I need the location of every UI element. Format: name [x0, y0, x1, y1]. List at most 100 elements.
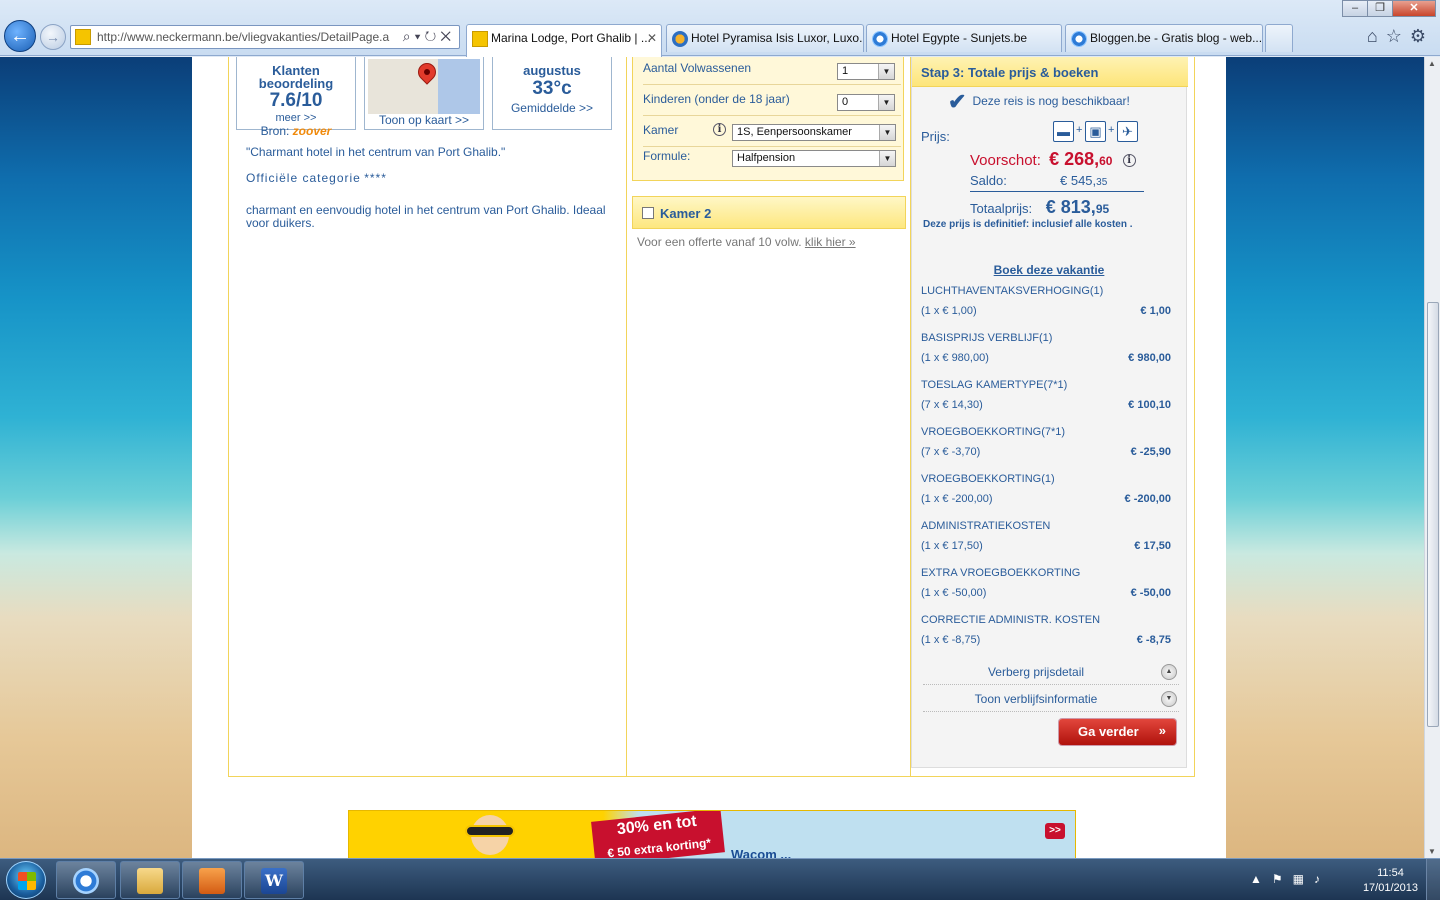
maximize-button[interactable]: ❐ — [1367, 0, 1393, 17]
show-map-link[interactable]: Toon op kaart >> — [365, 113, 483, 127]
tray-icons[interactable]: ▲⚑▦♪ — [1250, 872, 1330, 886]
dropdown-icon[interactable]: ▾ — [415, 28, 425, 44]
system-tray: ▲⚑▦♪ 11:54 17/01/2013 — [1240, 859, 1440, 900]
price-item-name: CORRECTIE ADMINISTR. KOSTEN — [921, 614, 1101, 626]
balance-cents: 35 — [1096, 177, 1108, 188]
tab-label: Bloggen.be - Gratis blog - web... — [1090, 31, 1263, 45]
weather-average-link[interactable]: Gemiddelde >> — [493, 100, 611, 116]
show-stay-info-toggle[interactable]: Toon verblijfsinformatie ▼ — [923, 686, 1179, 712]
favorites-star-icon[interactable]: ☆ — [1386, 26, 1410, 46]
promo-tagline: Wacom ... — [731, 847, 792, 858]
promo-badge: 30% en tot € 50 extra korting* — [591, 811, 725, 858]
stop-icon[interactable]: ✕ — [440, 28, 455, 44]
taskbar-explorer[interactable] — [120, 861, 180, 899]
price-label: Prijs: — [921, 129, 950, 144]
toggle-label: Toon verblijfsinformatie — [974, 692, 1098, 706]
forward-button[interactable]: → — [40, 24, 66, 50]
price-item-amount: € 100,10 — [1128, 399, 1171, 411]
search-icon[interactable]: ⌕ — [403, 28, 415, 44]
page-viewport: Klanten beoordeling 7.6/10 meer >> Bron:… — [0, 57, 1424, 858]
book-holiday-link[interactable]: Boek deze vakantie — [912, 263, 1186, 277]
tab-pyramisa[interactable]: Hotel Pyramisa Isis Luxor, Luxo... — [666, 24, 864, 52]
show-desktop-button[interactable] — [1426, 859, 1440, 900]
sunjets-favicon — [672, 31, 688, 47]
map-thumbnail[interactable] — [368, 59, 480, 114]
group-offer-link[interactable]: klik hier » — [805, 235, 856, 249]
price-item-calc: (1 x € 1,00) — [921, 305, 977, 317]
tab-bloggen[interactable]: Bloggen.be - Gratis blog - web... — [1065, 24, 1263, 52]
address-bar[interactable]: http://www.neckermann.be/vliegvakanties/… — [70, 25, 460, 49]
plus-icon: + — [1076, 124, 1083, 136]
new-tab-button[interactable] — [1265, 24, 1293, 52]
children-select[interactable]: 0 ▼ — [837, 94, 895, 111]
rating-source: Bron: zoover — [237, 124, 355, 138]
refresh-icon[interactable]: ↻ — [425, 28, 441, 44]
room-row: Kamer i 1S, Eenpersoonskamer ▼ — [643, 119, 901, 147]
adults-select[interactable]: 1 ▼ — [837, 63, 895, 80]
rating-box[interactable]: Klanten beoordeling 7.6/10 meer >> Bron:… — [236, 57, 356, 138]
info-icon[interactable]: i — [713, 123, 726, 136]
promo-go-icon[interactable]: >> — [1045, 823, 1065, 839]
back-button[interactable]: ← — [4, 20, 36, 52]
clock-date: 17/01/2013 — [1362, 882, 1418, 894]
room-2-checkbox[interactable] — [642, 207, 654, 219]
formula-select[interactable]: Halfpension ▼ — [732, 150, 896, 167]
zoover-logo[interactable]: zoover — [293, 124, 332, 138]
close-window-button[interactable]: ✕ — [1392, 0, 1436, 17]
deposit-cents: 60 — [1099, 154, 1113, 168]
network-icon[interactable]: ▦ — [1293, 872, 1314, 886]
vertical-scrollbar[interactable]: ▲ ▼ — [1424, 57, 1440, 858]
airplane-icon: ✈ — [1117, 121, 1138, 142]
double-chevron-right-icon: » — [1158, 723, 1166, 738]
clock[interactable]: 11:54 17/01/2013 — [1363, 866, 1418, 896]
continue-button[interactable]: Ga verder » — [1059, 719, 1176, 745]
deposit-main: € 268, — [1049, 149, 1100, 169]
price-item-calc: (1 x € -50,00) — [921, 587, 987, 599]
map-box[interactable]: Toon op kaart >> — [364, 57, 484, 130]
category-label: Officiële categorie — [246, 171, 361, 185]
volume-icon[interactable]: ♪ — [1314, 872, 1330, 886]
deposit-info-icon[interactable]: i — [1122, 154, 1136, 167]
price-item-name: LUCHTHAVENTAKSVERHOGING(1) — [921, 285, 1104, 297]
price-item-calc: (1 x € 17,50) — [921, 540, 983, 552]
balance-amount: € 545,35 — [1060, 173, 1107, 188]
address-actions[interactable]: ⌕▾↻✕ — [403, 28, 455, 45]
total-amount: € 813,95 — [1046, 197, 1109, 217]
price-item-amount: € -50,00 — [1130, 587, 1171, 599]
minimize-button[interactable]: – — [1342, 0, 1368, 17]
group-offer-text: Voor een offerte vanaf 10 volw. — [637, 235, 802, 249]
scrollbar-thumb[interactable] — [1427, 302, 1439, 727]
price-item-amount: € 1,00 — [1140, 305, 1171, 317]
price-item: VROEGBOEKKORTING(7*1) (7 x € -3,70) € -25,… — [921, 426, 1171, 473]
rating-more-link[interactable]: meer >> — [237, 112, 355, 124]
close-tab-icon[interactable]: ✕ — [647, 31, 657, 45]
formula-label: Formule: — [643, 149, 691, 163]
tab-hotel-egypte[interactable]: Hotel Egypte - Sunjets.be — [866, 24, 1062, 52]
price-item: BASISPRIJS VERBLIJF(1) (1 x € 980,00) € 98… — [921, 332, 1171, 379]
map-pin-dot — [424, 69, 430, 75]
show-hidden-icon[interactable]: ▲ — [1250, 872, 1272, 886]
deposit-amount: € 268,60 — [1049, 149, 1112, 169]
home-icon[interactable]: ⌂ — [1367, 26, 1386, 46]
taskbar-word[interactable]: W — [244, 861, 304, 899]
media-player-icon — [199, 868, 225, 894]
chevron-down-icon: ▼ — [879, 125, 895, 140]
action-center-flag-icon[interactable]: ⚑ — [1272, 872, 1293, 886]
room-2-header[interactable]: Kamer 2 — [632, 196, 906, 229]
weather-temp: 33°c — [532, 78, 572, 99]
price-detail-list: LUCHTHAVENTAKSVERHOGING(1) (1 x € 1,00) € … — [921, 285, 1171, 661]
tools-gear-icon[interactable]: ⚙ — [1410, 26, 1434, 46]
hide-price-detail-toggle[interactable]: Verberg prijsdetail ▲ — [923, 659, 1179, 685]
room-select[interactable]: 1S, Eenpersoonskamer ▼ — [732, 124, 896, 141]
promo-banner[interactable]: 30% en tot € 50 extra korting* Wacom ...… — [348, 810, 1076, 858]
scroll-up-icon[interactable]: ▲ — [1428, 59, 1436, 68]
price-item-calc: (1 x € 980,00) — [921, 352, 989, 364]
site-favicon — [75, 29, 91, 45]
weather-box[interactable]: augustus 33°c Gemiddelde >> — [492, 57, 612, 130]
tab-marina-lodge[interactable]: Marina Lodge, Port Ghalib | ... ✕ — [466, 24, 662, 57]
taskbar-ie[interactable] — [56, 861, 116, 899]
start-button[interactable] — [6, 861, 46, 899]
taskbar-media-player[interactable] — [182, 861, 242, 899]
scroll-down-icon[interactable]: ▼ — [1428, 847, 1436, 856]
address-url[interactable]: http://www.neckermann.be/vliegvakanties/… — [97, 30, 397, 44]
